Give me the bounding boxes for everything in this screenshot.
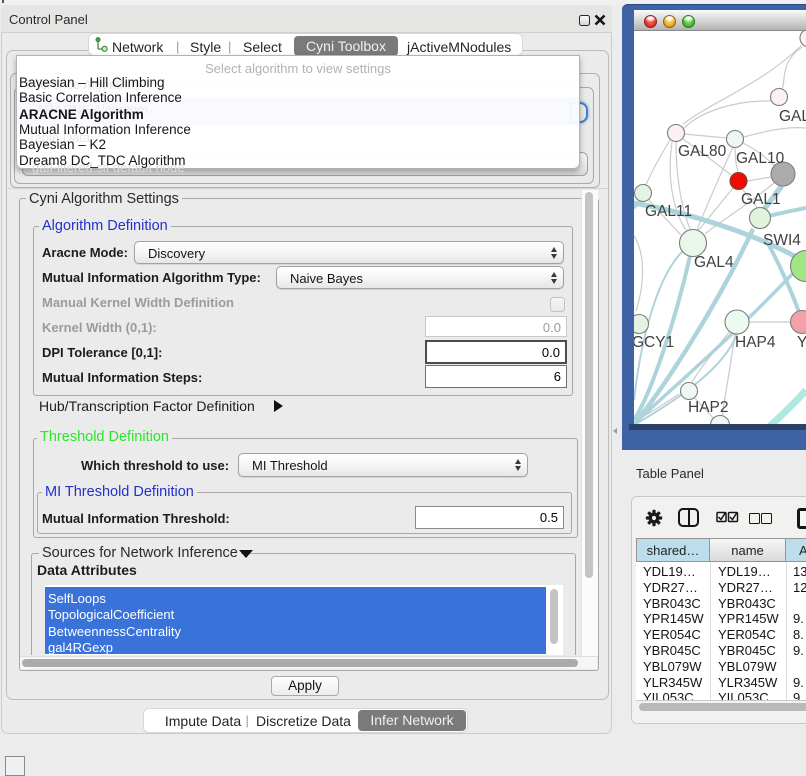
svg-text:GAL1: GAL1 — [741, 191, 781, 208]
svg-text:HAP4: HAP4 — [735, 334, 776, 351]
svg-text:GAL11: GAL11 — [645, 203, 692, 220]
svg-text:SWI4: SWI4 — [763, 232, 801, 249]
svg-text:GAL10: GAL10 — [736, 150, 785, 167]
svg-text:GAL80: GAL80 — [678, 143, 727, 160]
svg-text:HAP2: HAP2 — [688, 399, 729, 416]
svg-text:GAL4: GAL4 — [694, 254, 734, 271]
svg-text:GAL7: GAL7 — [779, 108, 806, 125]
svg-text:Y: Y — [797, 334, 806, 351]
svg-text:GCY1: GCY1 — [634, 334, 674, 351]
